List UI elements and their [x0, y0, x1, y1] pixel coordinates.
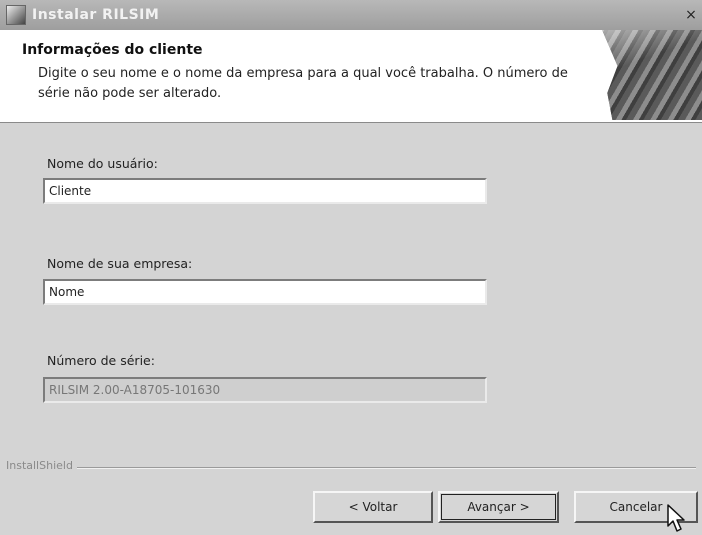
window-title: Instalar RILSIM: [32, 7, 160, 23]
mouse-pointer-icon: [667, 504, 685, 532]
installer-window: Instalar RILSIM × Informações do cliente…: [0, 0, 702, 535]
header-panel: Informações do cliente Digite o seu nome…: [0, 30, 702, 123]
page-title: Informações do cliente: [22, 42, 203, 58]
company-name-field[interactable]: [43, 279, 487, 305]
footer-divider: [6, 467, 696, 469]
serial-number-label: Número de série:: [47, 353, 155, 368]
user-name-field[interactable]: [43, 178, 487, 204]
header-banner-image: [602, 30, 702, 120]
company-name-label: Nome de sua empresa:: [47, 256, 193, 271]
installshield-brand: InstallShield: [6, 459, 77, 472]
installer-icon: [6, 5, 26, 25]
user-name-label: Nome do usuário:: [47, 156, 158, 171]
serial-number-field: [43, 377, 487, 403]
title-bar[interactable]: Instalar RILSIM ×: [0, 0, 702, 30]
next-button[interactable]: Avançar >: [438, 491, 559, 523]
close-button[interactable]: ×: [682, 6, 700, 24]
back-button[interactable]: < Voltar: [313, 491, 433, 523]
page-description: Digite o seu nome e o nome da empresa pa…: [38, 66, 568, 101]
